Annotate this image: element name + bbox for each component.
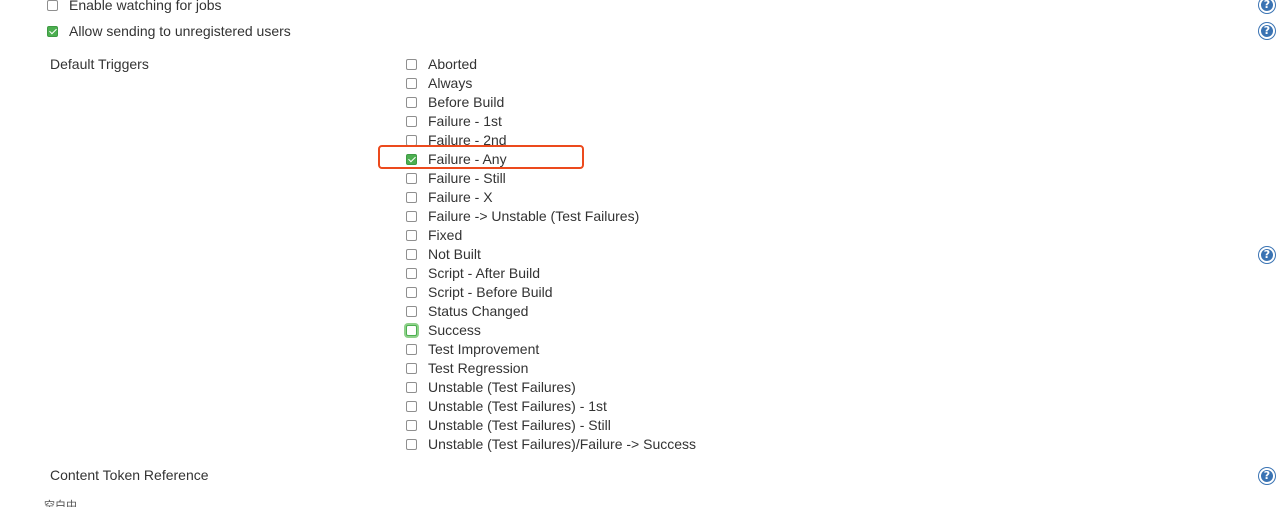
- trigger-label: Success: [428, 322, 481, 338]
- trigger-failure-x[interactable]: Failure - X: [406, 188, 493, 207]
- enable-watching-checkbox[interactable]: [47, 0, 58, 11]
- help-icon[interactable]: ?: [1259, 23, 1275, 39]
- trigger-checkbox[interactable]: [406, 59, 417, 70]
- trigger-aborted[interactable]: Aborted: [406, 55, 477, 74]
- trigger-checkbox[interactable]: [406, 401, 417, 412]
- trigger-label: Failure -> Unstable (Test Failures): [428, 208, 640, 224]
- trigger-fixed[interactable]: Fixed: [406, 226, 462, 245]
- trigger-checkbox[interactable]: [406, 230, 417, 241]
- trigger-success[interactable]: Success: [406, 321, 481, 340]
- trigger-label: Unstable (Test Failures) - Still: [428, 417, 611, 433]
- trigger-before-build[interactable]: Before Build: [406, 93, 504, 112]
- trigger-script-after-build[interactable]: Script - After Build: [406, 264, 540, 283]
- trigger-checkbox[interactable]: [406, 173, 417, 184]
- trigger-label: Status Changed: [428, 303, 529, 319]
- trigger-label: Failure - X: [428, 189, 493, 205]
- trigger-label: Unstable (Test Failures): [428, 379, 576, 395]
- trigger-checkbox[interactable]: [406, 287, 417, 298]
- allow-unregistered-checkbox[interactable]: [47, 26, 58, 37]
- trigger-checkbox[interactable]: [406, 420, 417, 431]
- help-icon[interactable]: ?: [1259, 247, 1275, 263]
- trigger-label: Unstable (Test Failures) - 1st: [428, 398, 607, 414]
- trigger-failure-1st[interactable]: Failure - 1st: [406, 112, 502, 131]
- trigger-checkbox[interactable]: [406, 78, 417, 89]
- trigger-checkbox[interactable]: [406, 306, 417, 317]
- email-config-page: Enable watching for jobs ? Allow sending…: [0, 0, 1286, 507]
- default-triggers-label: Default Triggers: [50, 56, 149, 72]
- trigger-label: Test Regression: [428, 360, 529, 376]
- allow-unregistered-label: Allow sending to unregistered users: [69, 23, 291, 39]
- trigger-unstable-1st[interactable]: Unstable (Test Failures) - 1st: [406, 397, 607, 416]
- trigger-failure-to-unstable[interactable]: Failure -> Unstable (Test Failures): [406, 207, 639, 226]
- failure-any-highlight-box: [378, 145, 584, 169]
- trigger-unstable[interactable]: Unstable (Test Failures): [406, 378, 576, 397]
- trigger-unstable-still[interactable]: Unstable (Test Failures) - Still: [406, 416, 611, 435]
- content-token-reference-label: Content Token Reference: [50, 467, 209, 483]
- trigger-test-improvement[interactable]: Test Improvement: [406, 340, 539, 359]
- trigger-label: Before Build: [428, 94, 505, 110]
- trigger-test-regression[interactable]: Test Regression: [406, 359, 528, 378]
- trigger-label: Aborted: [428, 56, 478, 72]
- trigger-label: Fixed: [428, 227, 463, 243]
- trigger-checkbox[interactable]: [406, 363, 417, 374]
- option-allow-unregistered[interactable]: Allow sending to unregistered users: [47, 22, 291, 41]
- help-icon[interactable]: ?: [1259, 0, 1275, 13]
- trigger-label: Test Improvement: [428, 341, 540, 357]
- trigger-checkbox[interactable]: [406, 116, 417, 127]
- trigger-label: Always: [428, 75, 473, 91]
- option-enable-watching[interactable]: Enable watching for jobs: [47, 0, 222, 15]
- truncated-section-label: 空白中: [44, 500, 77, 507]
- trigger-failure-still[interactable]: Failure - Still: [406, 169, 506, 188]
- trigger-label: Failure - 1st: [428, 113, 502, 129]
- trigger-label: Script - After Build: [428, 265, 541, 281]
- trigger-checkbox[interactable]: [406, 268, 417, 279]
- trigger-script-before-build[interactable]: Script - Before Build: [406, 283, 553, 302]
- trigger-label: Failure - Still: [428, 170, 506, 186]
- trigger-checkbox[interactable]: [406, 192, 417, 203]
- trigger-checkbox[interactable]: [406, 249, 417, 260]
- trigger-checkbox[interactable]: [406, 97, 417, 108]
- trigger-checkbox[interactable]: [406, 325, 417, 336]
- trigger-checkbox[interactable]: [406, 344, 417, 355]
- trigger-unstable-failure-to-success[interactable]: Unstable (Test Failures)/Failure -> Succ…: [406, 435, 696, 454]
- help-icon[interactable]: ?: [1259, 468, 1275, 484]
- trigger-label: Unstable (Test Failures)/Failure -> Succ…: [428, 436, 697, 452]
- enable-watching-label: Enable watching for jobs: [69, 0, 222, 13]
- trigger-checkbox[interactable]: [406, 382, 417, 393]
- trigger-label: Not Built: [428, 246, 481, 262]
- trigger-checkbox[interactable]: [406, 439, 417, 450]
- trigger-checkbox[interactable]: [406, 211, 417, 222]
- trigger-always[interactable]: Always: [406, 74, 472, 93]
- trigger-not-built[interactable]: Not Built: [406, 245, 481, 264]
- trigger-status-changed[interactable]: Status Changed: [406, 302, 528, 321]
- trigger-label: Script - Before Build: [428, 284, 553, 300]
